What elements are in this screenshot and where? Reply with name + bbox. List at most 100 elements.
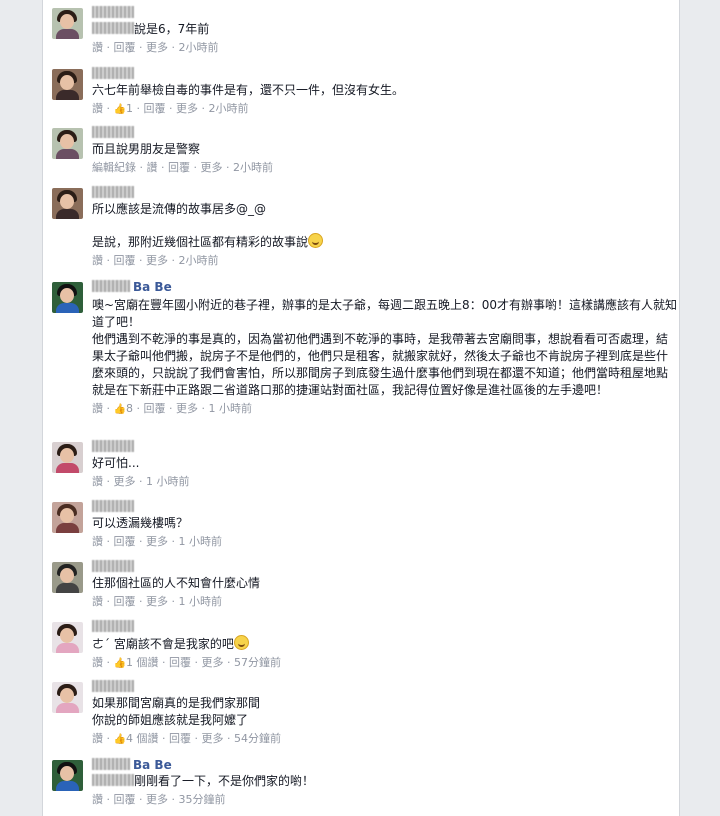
- reply-link[interactable]: 回覆: [114, 254, 136, 267]
- thumbs-up-icon: 👍: [113, 404, 126, 415]
- comment-text-2: 你說的師姐應該就是我阿嬤了: [92, 713, 249, 727]
- more-link[interactable]: 更多: [114, 475, 136, 488]
- comment-actions: 讚 · 回覆 · 更多 · 1 小時前: [92, 595, 223, 608]
- avatar[interactable]: [52, 188, 83, 219]
- comment-text: 而且說男朋友是警察: [92, 142, 201, 156]
- comment-text: 剛剛看了一下，不是你們家的喲！: [134, 774, 315, 788]
- like-link[interactable]: 讚: [92, 732, 103, 745]
- commenter-name[interactable]: [92, 186, 692, 201]
- commenter-name[interactable]: Ba Be: [92, 758, 692, 773]
- timestamp[interactable]: 2小時前: [233, 161, 273, 174]
- more-link[interactable]: 更多: [201, 161, 223, 174]
- tagged-name[interactable]: Ba Be: [133, 758, 172, 772]
- like-link[interactable]: 讚: [92, 595, 103, 608]
- commenter-name[interactable]: [92, 680, 692, 695]
- like-count[interactable]: 8: [126, 402, 133, 415]
- timestamp[interactable]: 57分鐘前: [234, 656, 281, 669]
- comment-item: 所以應該是流傳的故事居多@_@ 是說，那附近幾個社區都有精彩的故事說 讚 · 回…: [52, 186, 692, 268]
- comment-text: ㄜˊ 宮廟該不會是我家的吧: [92, 637, 234, 651]
- timestamp[interactable]: 2小時前: [179, 41, 219, 54]
- commenter-name[interactable]: [92, 500, 692, 515]
- timestamp[interactable]: 54分鐘前: [234, 732, 281, 745]
- reply-link[interactable]: 回覆: [143, 402, 165, 415]
- thumbs-up-icon: 👍: [113, 104, 126, 115]
- comment-text-2: 他們遇到不乾淨的事是真的，因為當初他們遇到不乾淨的事時，是我帶著去宮廟問事，想說…: [92, 332, 669, 397]
- like-count[interactable]: 4 個讚: [126, 732, 159, 745]
- more-link[interactable]: 更多: [176, 102, 198, 115]
- smile-emoji-icon: [308, 233, 324, 248]
- commenter-name[interactable]: [92, 6, 692, 21]
- timestamp[interactable]: 35分鐘前: [179, 793, 226, 806]
- comment-text: 住那個社區的人不知會什麼心情: [92, 576, 261, 590]
- timestamp[interactable]: 1 小時前: [179, 595, 223, 608]
- reply-link[interactable]: 回覆: [168, 161, 190, 174]
- comment-item: 說是6，7年前 讚 · 回覆 · 更多 · 2小時前: [52, 6, 692, 55]
- avatar[interactable]: [52, 8, 83, 39]
- like-link[interactable]: 讚: [92, 402, 103, 415]
- commenter-name[interactable]: Ba Be: [92, 280, 677, 295]
- like-count[interactable]: 1: [126, 102, 133, 115]
- like-link[interactable]: 讚: [92, 793, 103, 806]
- tagged-name[interactable]: Ba Be: [133, 280, 172, 294]
- tagged-name[interactable]: [92, 774, 134, 786]
- comment-item: 而且說男朋友是警察 編輯紀錄 · 讚 · 回覆 · 更多 · 2小時前: [52, 126, 692, 175]
- reply-link[interactable]: 回覆: [143, 102, 165, 115]
- avatar[interactable]: [52, 562, 83, 593]
- timestamp[interactable]: 1 小時前: [179, 535, 223, 548]
- timestamp[interactable]: 2小時前: [208, 102, 248, 115]
- like-link[interactable]: 讚: [92, 254, 103, 267]
- tagged-name[interactable]: [92, 22, 134, 34]
- comment-actions: 讚 · 回覆 · 更多 · 2小時前: [92, 41, 219, 54]
- like-link[interactable]: 讚: [92, 102, 103, 115]
- avatar[interactable]: [52, 282, 83, 313]
- more-link[interactable]: 更多: [146, 793, 168, 806]
- reply-link[interactable]: 回覆: [114, 535, 136, 548]
- avatar[interactable]: [52, 682, 83, 713]
- timestamp[interactable]: 1 小時前: [146, 475, 190, 488]
- like-link[interactable]: 讚: [92, 656, 103, 669]
- timestamp[interactable]: 2小時前: [179, 254, 219, 267]
- comment-actions: 讚 · 回覆 · 更多 · 1 小時前: [92, 535, 223, 548]
- thumbs-up-icon: 👍: [113, 734, 126, 745]
- avatar[interactable]: [52, 442, 83, 473]
- like-count[interactable]: 1 個讚: [126, 656, 159, 669]
- edit-history-link[interactable]: 編輯紀錄: [92, 161, 136, 174]
- like-link[interactable]: 讚: [92, 475, 103, 488]
- more-link[interactable]: 更多: [201, 656, 223, 669]
- commenter-name[interactable]: [92, 560, 692, 575]
- thumbs-up-icon: 👍: [113, 658, 126, 669]
- commenter-name[interactable]: [92, 620, 692, 635]
- comment-actions: 讚 · 👍8 · 回覆 · 更多 · 1 小時前: [92, 402, 252, 415]
- reply-link[interactable]: 回覆: [114, 793, 136, 806]
- commenter-name[interactable]: [92, 67, 692, 82]
- commenter-name[interactable]: [92, 440, 692, 455]
- comment-item: 如果那間宮廟真的是我們家那間 你說的師姐應該就是我阿嬤了 讚 · 👍4 個讚 ·…: [52, 680, 692, 747]
- comment-item: 六七年前舉檢自毒的事件是有，還不只一件，但沒有女生。 讚 · 👍1 · 回覆 ·…: [52, 67, 692, 117]
- more-link[interactable]: 更多: [201, 732, 223, 745]
- comment-item: 可以透漏幾樓嗎？ 讚 · 回覆 · 更多 · 1 小時前: [52, 500, 692, 549]
- more-link[interactable]: 更多: [146, 535, 168, 548]
- more-link[interactable]: 更多: [146, 254, 168, 267]
- like-link[interactable]: 讚: [92, 41, 103, 54]
- timestamp[interactable]: 1 小時前: [208, 402, 252, 415]
- avatar[interactable]: [52, 760, 83, 791]
- reply-link[interactable]: 回覆: [169, 732, 191, 745]
- reply-link[interactable]: 回覆: [114, 595, 136, 608]
- avatar[interactable]: [52, 128, 83, 159]
- more-link[interactable]: 更多: [146, 41, 168, 54]
- comment-text: 如果那間宮廟真的是我們家那間: [92, 696, 261, 710]
- commenter-name[interactable]: [92, 126, 692, 141]
- reply-link[interactable]: 回覆: [169, 656, 191, 669]
- comment-actions: 讚 · 回覆 · 更多 · 35分鐘前: [92, 793, 226, 806]
- avatar[interactable]: [52, 622, 83, 653]
- like-link[interactable]: 讚: [92, 535, 103, 548]
- like-link[interactable]: 讚: [147, 161, 158, 174]
- comment-actions: 讚 · 👍1 個讚 · 回覆 · 更多 · 57分鐘前: [92, 656, 281, 669]
- avatar[interactable]: [52, 502, 83, 533]
- avatar[interactable]: [52, 69, 83, 100]
- comment-text: 六七年前舉檢自毒的事件是有，還不只一件，但沒有女生。: [92, 83, 405, 97]
- more-link[interactable]: 更多: [146, 595, 168, 608]
- comment-item: Ba Be 噢~宮廟在豐年國小附近的巷子裡，辦事的是太子爺，每週二跟五晚上8：0…: [52, 280, 677, 417]
- reply-link[interactable]: 回覆: [114, 41, 136, 54]
- more-link[interactable]: 更多: [176, 402, 198, 415]
